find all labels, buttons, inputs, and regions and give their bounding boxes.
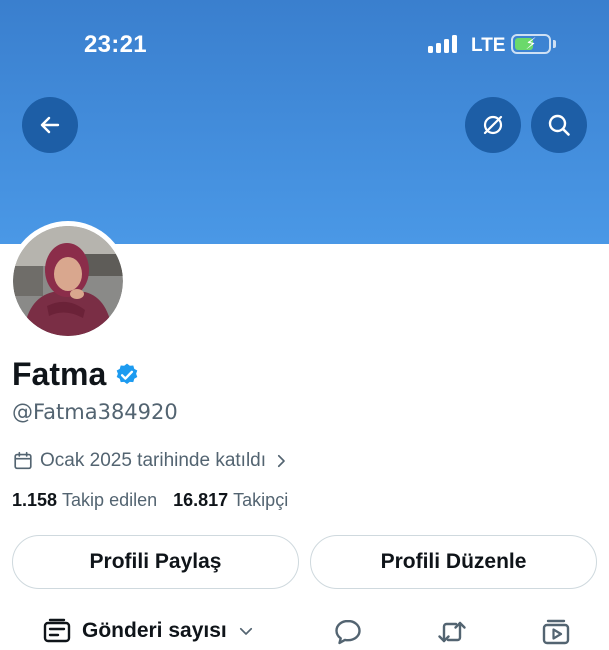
post-count-filter[interactable]: Gönderi sayısı [42,616,255,646]
status-time: 23:21 [84,31,147,58]
followers-link[interactable]: 16.817 Takipçi [173,490,288,511]
following-link[interactable]: 1.158 Takip edilen [12,490,157,511]
edit-profile-button[interactable]: Profili Düzenle [310,535,597,589]
repost-icon[interactable] [436,616,468,648]
hide-button[interactable] [465,97,521,153]
reply-icon[interactable] [332,616,364,648]
network-label: LTE [471,35,506,56]
joined-date: Ocak 2025 tarihinde katıldı [40,450,267,471]
search-button[interactable] [531,97,587,153]
followers-count: 16.817 [173,490,229,510]
profile-handle: @Fatma384920 [12,400,178,424]
battery-icon: ⚡ [511,34,551,54]
avatar-photo [13,226,123,336]
profile-name-row: Fatma [12,356,140,393]
signal-icon [428,35,460,53]
search-icon [548,114,570,136]
chevron-down-icon [239,627,252,635]
following-label: Takip edilen [62,490,158,510]
eye-slash-icon [483,115,503,135]
charging-icon: ⚡ [525,36,537,53]
follow-stats: 1.158 Takip edilen 16.817 Takipçi [12,490,304,511]
battery-tip [553,40,556,48]
media-icon[interactable] [540,616,572,648]
posts-icon [43,618,71,643]
verified-badge-icon[interactable] [114,362,140,388]
calendar-icon [14,451,32,470]
followers-label: Takipçi [233,490,289,510]
profile-tab-bar: Gönderi sayısı [0,612,609,650]
joined-date-row[interactable]: Ocak 2025 tarihinde katıldı [12,450,290,472]
following-count: 1.158 [12,490,58,510]
filter-label: Gönderi sayısı [82,619,227,642]
share-profile-button[interactable]: Profili Paylaş [12,535,299,589]
profile-name: Fatma [12,356,107,392]
chevron-right-icon [277,454,285,468]
avatar[interactable] [8,221,128,341]
back-button[interactable] [22,97,78,153]
arrow-left-icon [40,116,60,134]
